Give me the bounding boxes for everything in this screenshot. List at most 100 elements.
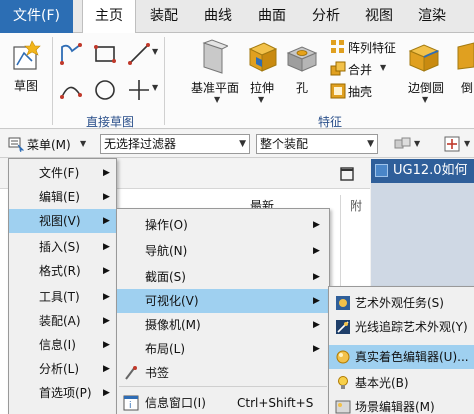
snap-point-icon[interactable] [444,136,462,152]
pattern-feature-label[interactable]: 阵列特征 [348,39,396,56]
menu-item-label: 基本光(B) [355,376,409,390]
circle-icon[interactable] [92,77,118,103]
sketch-label[interactable]: 草图 [8,77,44,94]
edge-blend-icon[interactable] [408,39,440,73]
menu-item-view[interactable]: 视图(V) ▶ [9,209,116,233]
chevron-down-icon[interactable]: ▼ [380,63,386,72]
menu-item-label: 导航(N) [145,244,188,258]
chevron-down-icon[interactable]: ▼ [258,95,264,104]
menu-item-section[interactable]: 截面(S) ▶ [117,265,329,289]
menu-item-ray-trace-studio[interactable]: 光线追踪艺术外观(Y) [329,315,474,339]
menu-item-label: 艺术外观任务(S) [355,296,444,310]
submenu-arrow-icon: ▶ [313,220,320,230]
rectangle-icon[interactable] [92,41,118,67]
hole-icon[interactable] [286,39,318,75]
menu-item-format[interactable]: 格式(R) ▶ [9,259,116,283]
menu-item-layout[interactable]: 布局(L) ▶ [117,337,329,361]
svg-text:i: i [129,401,132,411]
menu-item-analysis[interactable]: 分析(L) ▶ [9,357,116,381]
tab-view[interactable]: 视图 [356,0,402,33]
visualization-submenu: 艺术外观任务(S) 光线追踪艺术外观(Y) 真实着色编辑器(U)... 基本光(… [328,286,474,414]
chevron-down-icon[interactable]: ▼ [214,95,220,104]
tab-render[interactable]: 渲染 [408,0,456,33]
menu-item-information-window[interactable]: i 信息窗口(I) Ctrl+Shift+S [117,391,329,414]
submenu-arrow-icon: ▶ [103,216,110,226]
menu-button[interactable]: 菜单(M) [27,136,71,153]
menu-item-information[interactable]: 信息(I) ▶ [9,333,116,357]
menu-item-edit[interactable]: 编辑(E) ▶ [9,185,116,209]
menu-icon[interactable] [8,136,24,152]
menu-item-true-shading-editor[interactable]: 真实着色编辑器(U)... [329,345,474,369]
menu-item-preferences[interactable]: 首选项(P) ▶ [9,381,116,405]
shell-icon[interactable] [330,83,346,99]
point-icon[interactable] [126,77,152,103]
unite-icon[interactable] [330,61,346,77]
view-submenu: 操作(O) ▶ 导航(N) ▶ 截面(S) ▶ 可视化(V) ▶ 摄像机(M) ▶ 布局(… [116,208,330,414]
assembly-scope-dropdown[interactable]: 整个装配 ▼ [256,134,378,154]
tab-home[interactable]: 主页 [82,0,136,34]
menu-item-camera[interactable]: 摄像机(M) ▶ [117,313,329,337]
edge-blend-label[interactable]: 边倒圆 [402,79,450,96]
separator [164,37,165,125]
maximize-icon[interactable] [340,167,354,181]
light-bulb-icon [335,375,351,391]
submenu-arrow-icon: ▶ [103,340,110,350]
submenu-arrow-icon: ▶ [313,272,320,282]
menu-item-assembly[interactable]: 装配(A) ▶ [9,309,116,333]
menu-item-label: 光线追踪艺术外观(Y) [355,320,468,334]
extrude-icon[interactable] [246,37,278,75]
menu-item-scene-editor[interactable]: 场景编辑器(M) [329,395,474,414]
chevron-down-icon[interactable]: ▼ [414,139,420,148]
menu-item-label: 装配(A) [39,314,81,328]
menu-item-insert[interactable]: 插入(S) ▶ [9,235,116,259]
document-tab[interactable]: UG12.0如何对 [371,159,474,202]
menu-item-label: 摄像机(M) [145,318,201,332]
menu-item-tools[interactable]: 工具(T) ▶ [9,285,116,309]
menu-item-basic-lights[interactable]: 基本光(B) [329,371,474,395]
submenu-arrow-icon: ▶ [103,292,110,302]
arc-icon[interactable] [58,77,84,103]
pattern-feature-icon[interactable] [330,39,346,55]
submenu-arrow-icon: ▶ [103,388,110,398]
extrude-label[interactable]: 拉伸 [244,79,280,96]
submenu-arrow-icon: ▶ [313,320,320,330]
submenu-arrow-icon: ▶ [103,266,110,276]
selection-filter-dropdown[interactable]: 无选择过滤器 ▼ [100,134,250,154]
chevron-down-icon[interactable]: ▼ [464,139,470,148]
chevron-down-icon[interactable]: ▼ [152,83,158,92]
datum-plane-label[interactable]: 基准平面 [188,79,242,96]
menu-item-label: 截面(S) [145,270,186,284]
tab-analysis[interactable]: 分析 [302,0,350,33]
bookmark-icon [123,365,139,381]
line-icon[interactable] [126,41,152,67]
menu-item-shortcut: Ctrl+Shift+S [237,396,314,410]
menu-item-operation[interactable]: 操作(O) ▶ [117,213,329,237]
chamfer-icon[interactable] [456,41,474,71]
chevron-down-icon[interactable]: ▼ [152,47,158,56]
menu-item-file[interactable]: 文件(F) ▶ [9,161,116,185]
shell-label[interactable]: 抽壳 [348,83,372,100]
menu-item-label: 视图(V) [39,214,81,228]
chevron-down-icon[interactable]: ▼ [422,95,428,104]
group-title-direct-sketch: 直接草图 [85,115,134,129]
hole-label[interactable]: 孔 [290,79,314,96]
tab-assembly[interactable]: 装配 [140,0,188,33]
column-header-pin[interactable]: 附 [350,197,362,214]
menu-item-visualization[interactable]: 可视化(V) ▶ [117,289,329,313]
chamfer-label[interactable]: 倒 [460,79,474,96]
submenu-arrow-icon: ▶ [103,242,110,252]
unite-label[interactable]: 合并 [348,61,372,78]
menu-item-navigate[interactable]: 导航(N) ▶ [117,239,329,263]
profile-icon[interactable] [58,41,84,67]
tab-file[interactable]: 文件(F) [0,0,73,33]
snap-settings-icon[interactable] [394,137,412,151]
true-shading-icon [335,349,351,365]
menu-item-label: 插入(S) [39,240,80,254]
menu-item-bookmark[interactable]: 书签 [117,361,329,385]
datum-plane-icon[interactable] [198,39,228,75]
sketch-icon[interactable] [12,39,42,73]
menu-item-artistic-appearance-task[interactable]: 艺术外观任务(S) [329,291,474,315]
tab-curve[interactable]: 曲线 [194,0,242,33]
chevron-down-icon[interactable]: ▼ [80,139,86,148]
tab-surface[interactable]: 曲面 [248,0,296,33]
